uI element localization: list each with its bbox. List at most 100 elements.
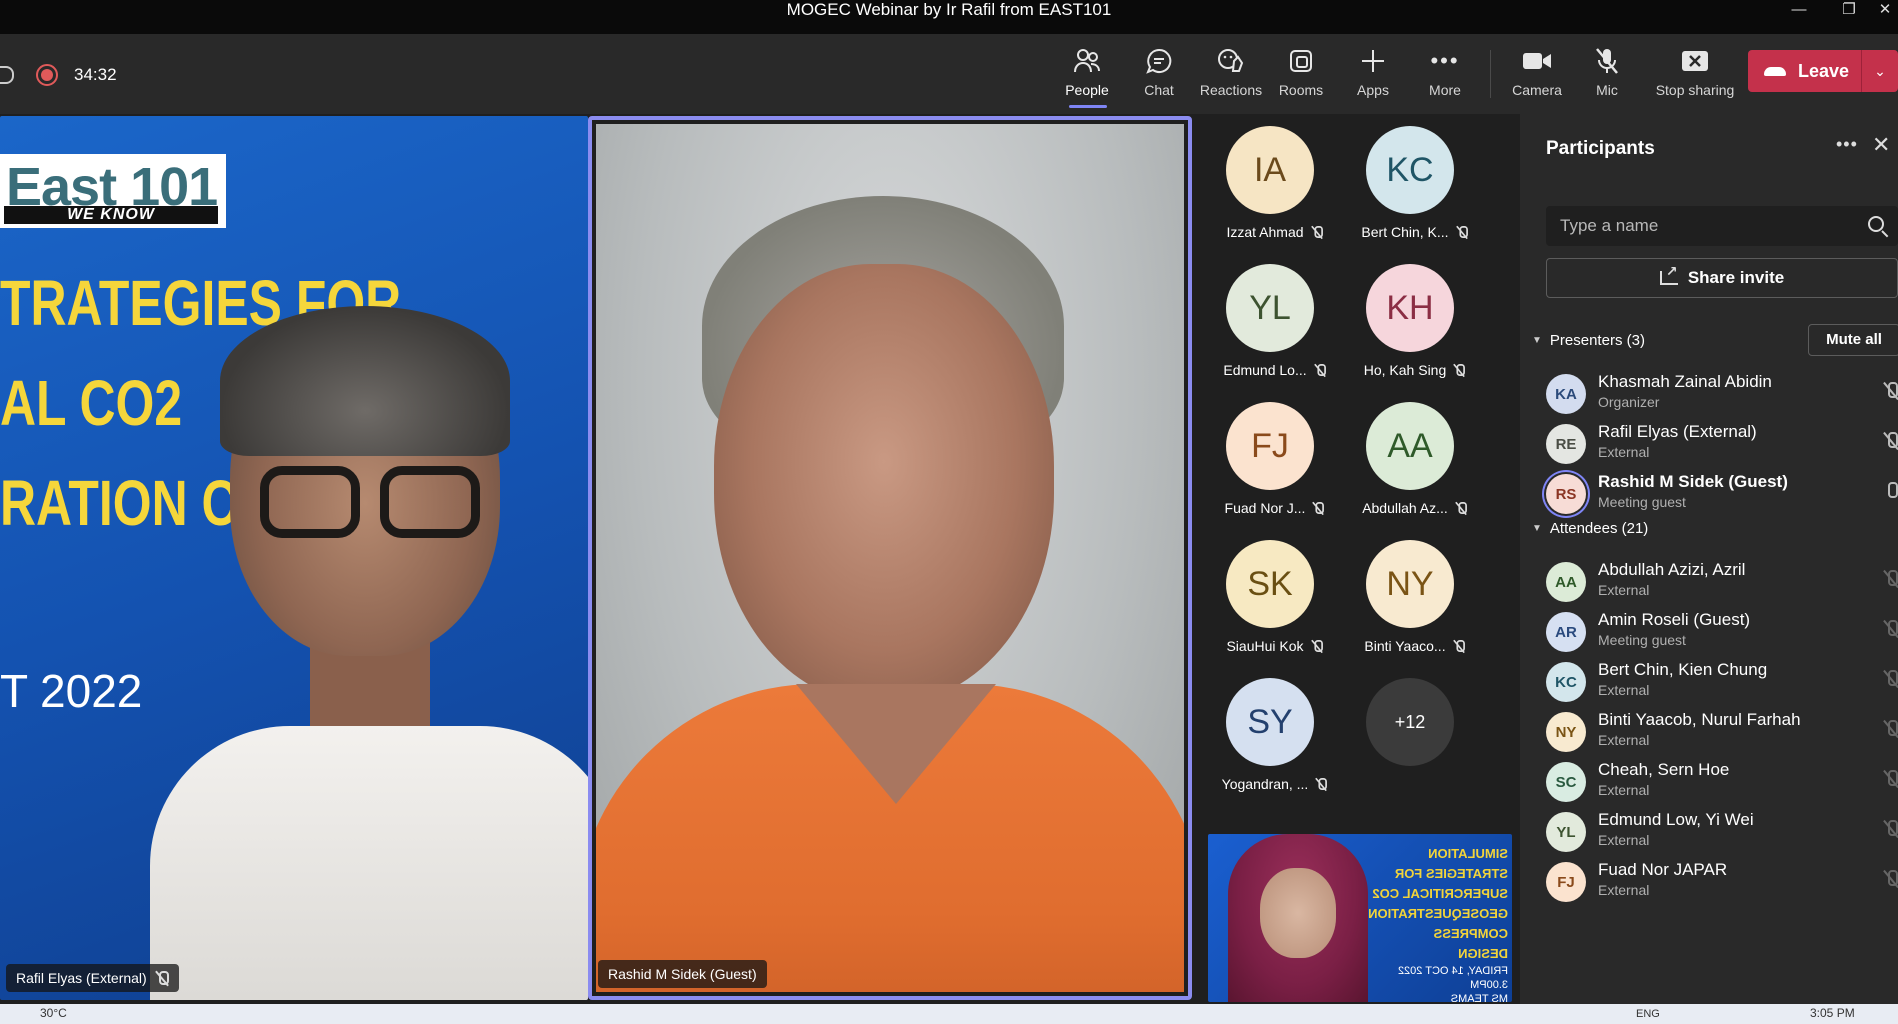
participant-name: Abdullah Azizi, Azril <box>1598 560 1746 579</box>
search-icon[interactable] <box>1868 216 1884 232</box>
restore-icon[interactable]: ❐ <box>1826 0 1872 24</box>
avatar: KC <box>1546 662 1586 702</box>
mirrored-slide-text: SIMULATION STRATEGIES FOR SUPERCRITICAL … <box>1368 846 1508 1002</box>
mic-off-icon[interactable] <box>1886 820 1898 840</box>
mic-off-icon[interactable] <box>1886 720 1898 740</box>
elapsed-time: 34:32 <box>74 65 117 84</box>
participant-name: Rashid M Sidek (Guest) <box>1598 472 1788 491</box>
avatar: FJ <box>1226 402 1314 490</box>
people-button[interactable]: People <box>1052 44 1122 108</box>
more-participants-tile[interactable]: +12 <box>1348 678 1488 812</box>
stop-sharing-icon <box>1681 44 1709 78</box>
gallery-tile[interactable]: AA Abdullah Az... <box>1348 402 1488 536</box>
window-title: MOGEC Webinar by Ir Rafil from EAST101 <box>786 0 1112 19</box>
gallery-tile[interactable]: SK SiauHui Kok <box>1208 540 1348 674</box>
mic-off-icon[interactable] <box>1886 670 1898 690</box>
gallery-tile[interactable]: KH Ho, Kah Sing <box>1348 264 1488 398</box>
participant-role: External <box>1598 782 1650 798</box>
gallery-tile[interactable]: FJ Fuad Nor J... <box>1208 402 1348 536</box>
language-indicator[interactable]: ENG <box>1636 1008 1660 1020</box>
avatar: NY <box>1366 540 1454 628</box>
toolbar-divider <box>1490 50 1491 98</box>
os-taskbar: 30°C ENG 3:05 PM <box>0 1004 1898 1024</box>
mic-off-icon[interactable] <box>1886 432 1898 452</box>
rooms-button[interactable]: Rooms <box>1266 44 1336 106</box>
avatar: AR <box>1546 612 1586 652</box>
video-tile-rashid[interactable]: Rashid M Sidek (Guest) <box>588 116 1192 1000</box>
participant-row[interactable]: SC Cheah, Sern Hoe External <box>1546 758 1898 808</box>
participants-panel: Participants ••• ✕ Share invite ▼ Presen… <box>1520 114 1898 1004</box>
mic-off-icon[interactable] <box>1886 770 1898 790</box>
avatar: KH <box>1366 264 1454 352</box>
apps-button[interactable]: Apps <box>1338 44 1408 106</box>
minimize-icon[interactable]: — <box>1776 0 1822 24</box>
participant-name: Rashid M Sidek (Guest) <box>608 966 757 982</box>
mic-off-icon <box>1594 44 1620 78</box>
mic-off-icon[interactable] <box>1886 570 1898 590</box>
participant-row[interactable]: YL Edmund Low, Yi Wei External <box>1546 808 1898 858</box>
gallery-tile[interactable]: KC Bert Chin, K... <box>1348 126 1488 260</box>
camera-button[interactable]: Camera <box>1502 44 1572 106</box>
gallery-name: Bert Chin, K... <box>1348 224 1482 240</box>
people-icon <box>1073 44 1101 78</box>
chat-icon <box>1145 44 1173 78</box>
avatar: RE <box>1546 424 1586 464</box>
video-tile-rafil[interactable]: East 101 WE KNOW TRATEGIES FOR AL CO2 RA… <box>0 116 588 1000</box>
participant-row[interactable]: NY Binti Yaacob, Nurul Farhah External <box>1546 708 1898 758</box>
logo-sub-text: WE KNOW <box>4 206 218 224</box>
participant-row[interactable]: KA Khasmah Zainal Abidin Organizer <box>1546 370 1898 420</box>
attendees-section-toggle[interactable]: ▼ Attendees (21) <box>1532 520 1648 537</box>
gallery-name: Binti Yaaco... <box>1348 638 1482 654</box>
participant-name: Edmund Low, Yi Wei <box>1598 810 1754 829</box>
share-invite-button[interactable]: Share invite <box>1546 258 1898 298</box>
mic-off-icon <box>1314 363 1326 377</box>
video-name-tag: Rafil Elyas (External) <box>6 964 179 992</box>
presenters-section-toggle[interactable]: ▼ Presenters (3) <box>1532 332 1645 349</box>
gallery-tile[interactable]: IA Izzat Ahmad <box>1208 126 1348 260</box>
search-input[interactable] <box>1546 206 1898 246</box>
gallery-tile[interactable]: SY Yogandran, ... <box>1208 678 1348 812</box>
stop-sharing-button[interactable]: Stop sharing <box>1654 44 1736 106</box>
close-window-icon[interactable]: ✕ <box>1872 0 1898 24</box>
share-invite-label: Share invite <box>1687 268 1785 287</box>
participant-row[interactable]: KC Bert Chin, Kien Chung External <box>1546 658 1898 708</box>
recording-icon <box>36 64 58 86</box>
participant-role: Meeting guest <box>1598 632 1686 648</box>
mic-icon[interactable] <box>1886 482 1898 502</box>
title-bar: MOGEC Webinar by Ir Rafil from EAST101 —… <box>0 0 1898 34</box>
more-button[interactable]: ••• More <box>1410 44 1480 106</box>
video-tile-presenter-self[interactable]: SIMULATION STRATEGIES FOR SUPERCRITICAL … <box>1208 834 1512 1002</box>
mute-all-button[interactable]: Mute all <box>1808 324 1898 356</box>
chat-button[interactable]: Chat <box>1124 44 1194 106</box>
close-icon[interactable]: ✕ <box>1872 132 1890 158</box>
more-icon: ••• <box>1430 48 1460 73</box>
participant-row[interactable]: AR Amin Roseli (Guest) Meeting guest <box>1546 608 1898 658</box>
apps-label: Apps <box>1357 82 1389 98</box>
participant-video-feed <box>150 306 588 1000</box>
chevron-down-icon[interactable]: ⌄ <box>1861 50 1898 92</box>
gallery-tile[interactable]: YL Edmund Lo... <box>1208 264 1348 398</box>
leave-button[interactable]: Leave ⌄ <box>1748 50 1898 92</box>
participant-name: Binti Yaacob, Nurul Farhah <box>1598 710 1801 729</box>
share-icon <box>1659 263 1678 285</box>
avatar: RS <box>1546 474 1586 514</box>
more-options-icon[interactable]: ••• <box>1836 134 1858 155</box>
mic-off-icon[interactable] <box>1886 620 1898 640</box>
gallery-name: Abdullah Az... <box>1348 500 1482 516</box>
avatar: YL <box>1546 812 1586 852</box>
participant-name: Cheah, Sern Hoe <box>1598 760 1730 779</box>
participant-row[interactable]: RE Rafil Elyas (External) External <box>1546 420 1898 470</box>
participant-row[interactable]: AA Abdullah Azizi, Azril External <box>1546 558 1898 608</box>
mic-off-icon[interactable] <box>1886 870 1898 890</box>
mic-off-icon[interactable] <box>1886 382 1898 402</box>
reactions-button[interactable]: Reactions <box>1196 44 1266 106</box>
mic-button[interactable]: Mic <box>1572 44 1642 106</box>
participant-row[interactable]: FJ Fuad Nor JAPAR External <box>1546 858 1898 908</box>
people-label: People <box>1065 82 1109 98</box>
avatar: NY <box>1546 712 1586 752</box>
participant-name: Rafil Elyas (External) <box>1598 422 1757 441</box>
plus-icon <box>1361 44 1385 78</box>
gallery-tile[interactable]: NY Binti Yaaco... <box>1348 540 1488 674</box>
participant-row-speaking[interactable]: RS Rashid M Sidek (Guest) Meeting guest <box>1546 470 1898 520</box>
avatar: AA <box>1546 562 1586 602</box>
